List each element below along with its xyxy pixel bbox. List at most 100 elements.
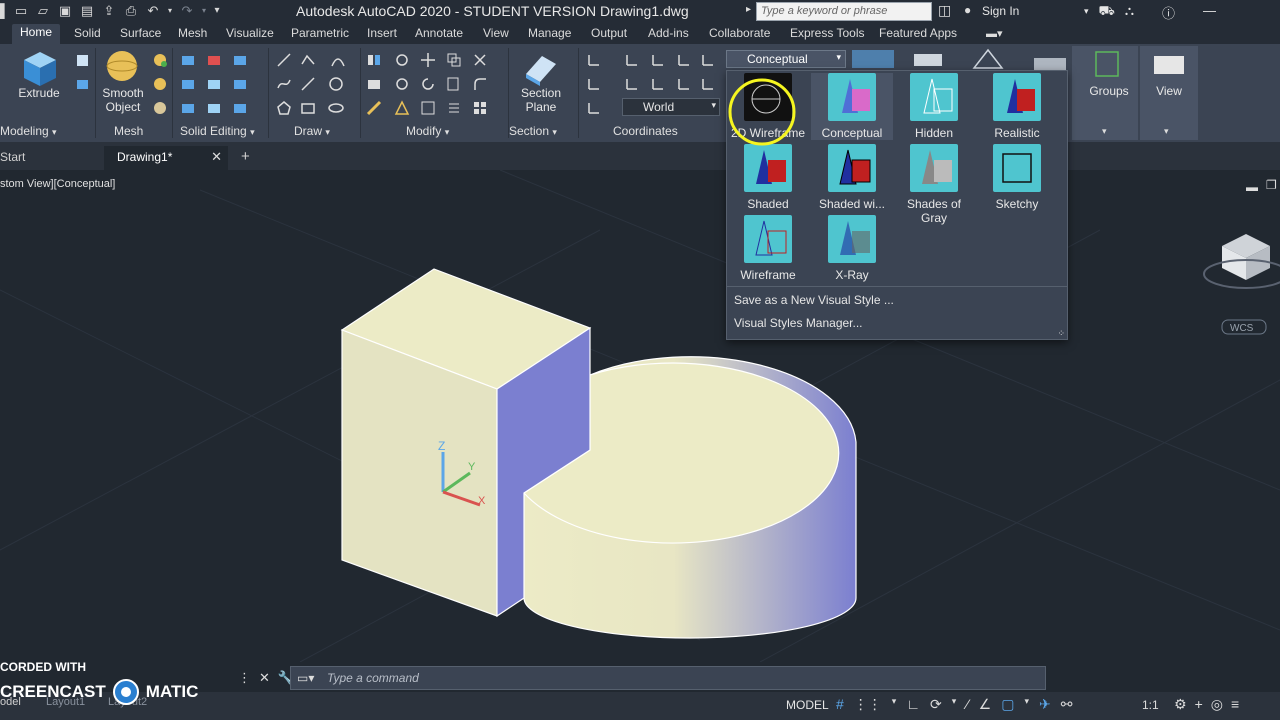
command-input[interactable]: Type a command bbox=[327, 671, 419, 685]
visual-style-realistic[interactable]: Realistic bbox=[976, 73, 1058, 140]
spline-icon[interactable] bbox=[276, 76, 292, 92]
fillet-icon[interactable] bbox=[472, 76, 488, 92]
tab-output[interactable]: Output bbox=[591, 26, 627, 40]
ucs-world-icon[interactable] bbox=[586, 76, 602, 92]
annotation-autoscale-icon[interactable]: ⚯ bbox=[1061, 696, 1073, 713]
panel-title-mesh[interactable]: Mesh bbox=[114, 124, 143, 138]
model-canvas[interactable]: Z Y X WCS bbox=[0, 170, 1280, 662]
array-icon[interactable] bbox=[472, 100, 488, 116]
extrude-icon[interactable] bbox=[18, 48, 60, 88]
osnap-icon[interactable]: ▢ bbox=[1001, 696, 1014, 713]
extract-edges-icon[interactable] bbox=[180, 100, 196, 116]
tab-express-tools[interactable]: Express Tools bbox=[790, 26, 864, 40]
panel-title-modify[interactable]: Modify ▾ bbox=[406, 124, 449, 138]
tab-surface[interactable]: Surface bbox=[120, 26, 161, 40]
save-icon[interactable]: ▣ bbox=[56, 2, 74, 20]
undo-dropdown-icon[interactable]: ▾ bbox=[166, 2, 174, 20]
command-grip-icon[interactable]: ⋮ bbox=[238, 670, 251, 688]
ucs-3point-icon[interactable] bbox=[650, 52, 666, 68]
visual-style-conceptual[interactable]: Conceptual bbox=[811, 73, 893, 140]
align-icon[interactable] bbox=[394, 100, 410, 116]
ucs-icon[interactable] bbox=[586, 52, 602, 68]
solid-subtract-icon[interactable] bbox=[206, 52, 222, 68]
web-mobile-icon[interactable]: ⇪ bbox=[100, 2, 118, 20]
annotation-scale-button[interactable]: 1:1 bbox=[1142, 698, 1159, 712]
panel-title-modeling[interactable]: Modeling ▾ bbox=[0, 124, 57, 138]
layers-icon[interactable] bbox=[912, 48, 944, 70]
union-icon[interactable] bbox=[74, 76, 90, 92]
visual-style-shaded-edges[interactable]: Shaded wi... bbox=[811, 144, 893, 211]
section-plane-label[interactable]: Section Plane bbox=[514, 86, 568, 114]
smooth-object-label[interactable]: Smooth Object bbox=[98, 86, 148, 114]
visual-style-hidden[interactable]: Hidden bbox=[893, 73, 975, 140]
interfere-icon[interactable] bbox=[206, 76, 222, 92]
new-tab-button[interactable]: + bbox=[241, 148, 250, 165]
app-menu-icon[interactable]: ▌ bbox=[0, 2, 9, 20]
tab-mesh[interactable]: Mesh bbox=[178, 26, 207, 40]
tab-add-ins[interactable]: Add-ins bbox=[648, 26, 689, 40]
signin-dropdown-icon[interactable]: ▾ bbox=[1084, 6, 1089, 22]
ucs-world-select[interactable]: World ▾ bbox=[622, 98, 720, 116]
viewport-restore-icon[interactable]: ❐ bbox=[1266, 178, 1277, 192]
view-label[interactable]: View bbox=[1140, 84, 1198, 98]
mesh-refine-icon[interactable] bbox=[152, 52, 168, 68]
visual-style-select[interactable]: Conceptual ▾ bbox=[726, 50, 846, 68]
ucs-face-icon[interactable] bbox=[676, 76, 692, 92]
save-as-icon[interactable]: ▤ bbox=[78, 2, 96, 20]
redo-dropdown-icon[interactable]: ▾ bbox=[200, 2, 208, 20]
culling-icon[interactable] bbox=[850, 48, 896, 70]
resize-grip-icon[interactable]: ⁘ bbox=[1057, 328, 1065, 339]
viewport-minimize-icon[interactable]: ▬ bbox=[1246, 180, 1258, 194]
customize-qa-icon[interactable]: ▾ bbox=[212, 2, 222, 20]
panel-title-draw[interactable]: Draw ▾ bbox=[294, 124, 330, 138]
close-icon[interactable]: ✕ bbox=[259, 670, 270, 688]
menu-icon[interactable]: ≡ bbox=[1231, 696, 1239, 713]
line-icon[interactable] bbox=[276, 52, 292, 68]
file-tab-start[interactable]: Start bbox=[0, 150, 25, 164]
isodraft-icon[interactable]: ⁄ bbox=[966, 696, 968, 713]
mesh-crease-icon[interactable] bbox=[152, 76, 168, 92]
tab-insert[interactable]: Insert bbox=[367, 26, 397, 40]
open-icon[interactable]: ▱ bbox=[34, 2, 52, 20]
polar-icon[interactable]: ⟳ bbox=[930, 696, 942, 713]
thicken-icon[interactable] bbox=[232, 76, 248, 92]
construction-line-icon[interactable] bbox=[300, 76, 316, 92]
polyline-icon[interactable] bbox=[300, 52, 316, 68]
snap-icon[interactable]: ⋮⋮ bbox=[854, 696, 882, 713]
move-icon[interactable] bbox=[420, 52, 436, 68]
smooth-object-icon[interactable] bbox=[104, 48, 140, 84]
ucs-x-icon[interactable] bbox=[676, 52, 692, 68]
drawing-viewport[interactable]: stom View][Conceptual] Z Y X WCS ▬ ❐ bbox=[0, 170, 1280, 662]
tab-visualize[interactable]: Visualize bbox=[226, 26, 274, 40]
groups-icon[interactable] bbox=[1094, 50, 1120, 78]
stretch-icon[interactable] bbox=[366, 76, 382, 92]
model-space-button[interactable]: MODEL bbox=[786, 698, 829, 712]
ucs-view-icon[interactable] bbox=[700, 52, 716, 68]
osnap-tracking-icon[interactable]: ∠ bbox=[979, 696, 992, 713]
sign-in-link[interactable]: Sign In bbox=[982, 4, 1019, 18]
osnap-dropdown-icon[interactable]: ▾ bbox=[1024, 696, 1029, 713]
trim-icon[interactable] bbox=[472, 52, 488, 68]
section-plane-icon[interactable] bbox=[522, 50, 560, 86]
undo-icon[interactable]: ↶ bbox=[144, 2, 162, 20]
panel-title-solid-editing[interactable]: Solid Editing ▾ bbox=[180, 124, 255, 138]
rotate-icon[interactable] bbox=[420, 76, 436, 92]
box-icon[interactable] bbox=[74, 52, 90, 68]
offset-icon[interactable] bbox=[446, 100, 462, 116]
mirror-icon[interactable] bbox=[366, 52, 382, 68]
redo-icon[interactable]: ↷ bbox=[178, 2, 196, 20]
groups-label[interactable]: Groups bbox=[1080, 84, 1138, 98]
autodesk-app-store-icon[interactable]: ⛟ bbox=[1099, 3, 1115, 22]
visual-style-sketchy[interactable]: Sketchy bbox=[976, 144, 1058, 211]
help-search-input[interactable]: Type a keyword or phrase bbox=[756, 2, 932, 21]
tab-solid[interactable]: Solid bbox=[74, 26, 101, 40]
ellipse-icon[interactable] bbox=[328, 100, 344, 116]
tab-featured-apps[interactable]: Featured Apps bbox=[879, 26, 957, 40]
chevron-down-icon[interactable]: ▾ bbox=[1164, 126, 1169, 137]
tab-collaborate[interactable]: Collaborate bbox=[709, 26, 770, 40]
add-icon[interactable]: + bbox=[1195, 696, 1203, 713]
plot-icon[interactable]: ⎙ bbox=[122, 2, 140, 20]
tab-annotate[interactable]: Annotate bbox=[415, 26, 463, 40]
help-icon[interactable]: ⓘ bbox=[1162, 3, 1175, 22]
tab-manage[interactable]: Manage bbox=[528, 26, 571, 40]
